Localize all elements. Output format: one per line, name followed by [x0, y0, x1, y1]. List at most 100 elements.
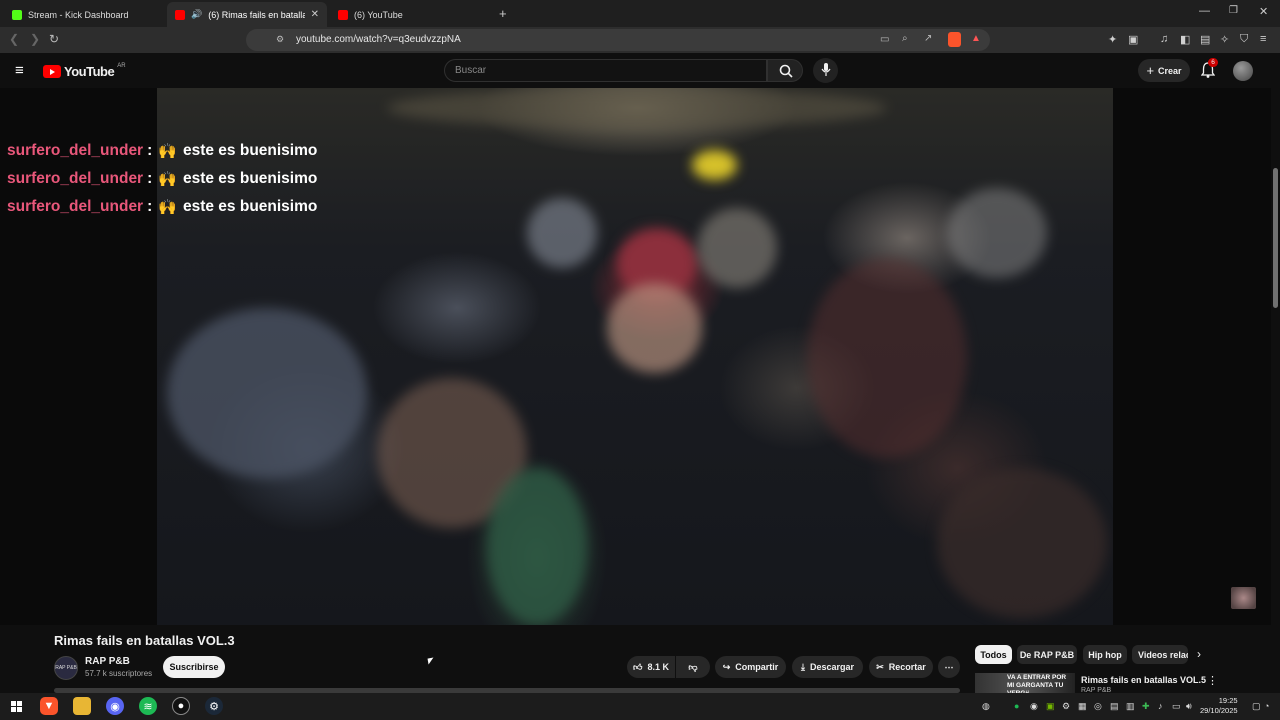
media-icon[interactable]: ♫ — [1160, 33, 1168, 45]
wallet-icon[interactable]: ▤ — [1200, 33, 1210, 46]
site-info-icon[interactable]: ⚙︎ — [276, 34, 284, 45]
tab-youtube-home[interactable]: (6) YouTube — [330, 2, 490, 27]
chip-hip-hop[interactable]: Hip hop — [1083, 645, 1127, 664]
chip-videos-relacionados[interactable]: Videos relac — [1132, 645, 1188, 664]
close-window-icon[interactable]: ✕ — [1259, 5, 1268, 18]
raised-hands-emote-icon: 🙌 — [158, 143, 177, 160]
video-player[interactable] — [157, 88, 1113, 625]
brave-shields-icon[interactable] — [948, 32, 961, 47]
share-button[interactable]: ↪ Compartir — [715, 656, 786, 678]
more-actions-button[interactable]: ⋯ — [938, 656, 960, 678]
windows-start-icon[interactable] — [7, 697, 25, 715]
chat-separator: : — [147, 142, 153, 159]
taskbar-clock[interactable]: 19:25 29/10/2025 — [1200, 696, 1238, 716]
video-scene-green-sleeve — [487, 468, 587, 625]
chips-next-icon[interactable]: › — [1197, 647, 1201, 661]
screenshot-icon[interactable]: ▣ — [1128, 33, 1138, 46]
plus-icon: + — [1146, 63, 1155, 78]
share-icon: ↪ — [722, 661, 731, 672]
chip-de-rap-pb[interactable]: De RAP P&B — [1017, 645, 1077, 664]
thumbs-up-icon: 👍︎ — [633, 661, 643, 672]
raised-hands-emote-icon: 🙌 — [158, 171, 177, 188]
video-scene-red-jacket — [807, 258, 967, 458]
volume-icon[interactable]: 🔊︎ — [1186, 701, 1192, 712]
chip-todos[interactable]: Todos — [975, 645, 1012, 664]
share-page-icon[interactable]: ↗ — [924, 33, 932, 44]
tray-app4-icon[interactable]: ▥ — [1126, 701, 1135, 712]
recommendation-title[interactable]: Rimas fails en batallas VOL.5 — [1081, 675, 1206, 685]
dislike-button[interactable]: 👎︎ — [676, 656, 710, 678]
video-scene-yellow-helmet — [692, 150, 737, 180]
clock-time: 19:25 — [1218, 696, 1238, 705]
search-button[interactable] — [767, 59, 803, 82]
spotify-icon[interactable]: ≋ — [139, 697, 157, 715]
tray-discord-icon[interactable]: ◉ — [1030, 701, 1038, 712]
video-scene-hood — [527, 198, 597, 268]
tray-app2-icon[interactable]: ▦ — [1078, 701, 1087, 712]
chat-text: este es buenisimo — [182, 198, 318, 215]
new-tab-icon[interactable]: + — [499, 6, 507, 21]
focus-icon[interactable]: ◔ — [1264, 701, 1269, 711]
close-tab-icon[interactable]: ✕ — [311, 9, 319, 20]
notifications-button[interactable]: 6 — [1200, 58, 1218, 83]
tray-app5-icon[interactable]: ✚ — [1142, 701, 1150, 712]
leo-ai-icon[interactable]: ✧ — [1220, 33, 1229, 46]
share-label: Compartir — [735, 662, 779, 672]
tray-nvidia-icon[interactable]: ▣ — [1046, 701, 1055, 712]
hamburger-menu-icon[interactable]: ≡ — [15, 62, 24, 79]
tab-kick-dashboard[interactable]: Stream - Kick Dashboard — [4, 2, 164, 27]
tray-spotify-icon[interactable]: ● — [1014, 701, 1019, 711]
recommendation-thumbnail[interactable]: VA A ENTRAR POR MI GARGANTA TU VERG# — [975, 673, 1075, 693]
zoom-icon[interactable]: ⌕ — [902, 33, 908, 44]
chat-username: surfero_del_under — [7, 198, 144, 215]
sidebar-icon[interactable]: ◧ — [1180, 33, 1190, 46]
cast-icon[interactable]: ▭ — [880, 34, 889, 45]
discord-icon[interactable]: ◉ — [106, 697, 124, 715]
like-button[interactable]: 👍︎ 8.1 K — [627, 656, 675, 678]
file-explorer-icon[interactable] — [73, 697, 91, 715]
channel-avatar[interactable]: RAP P&B — [54, 656, 78, 680]
brave-browser-icon[interactable]: ▼ — [40, 697, 58, 715]
audio-playing-icon[interactable]: 🔊 — [191, 9, 202, 20]
minimize-icon[interactable]: — — [1199, 5, 1210, 17]
tray-steam-icon[interactable]: ◎ — [1094, 701, 1102, 712]
channel-avatar-text: RAP P&B — [55, 665, 77, 671]
extensions-icon[interactable]: ✦ — [1108, 33, 1117, 46]
forward-icon[interactable]: ❯ — [30, 32, 40, 46]
search-input[interactable]: Buscar — [444, 59, 767, 82]
video-scene-white-hood — [947, 188, 1047, 278]
menu-icon[interactable]: ≡ — [1260, 33, 1266, 45]
tray-settings-icon[interactable]: ⚙ — [1062, 701, 1070, 712]
recommendation-more-icon[interactable]: ⋮ — [1207, 674, 1218, 687]
back-icon[interactable]: ❮ — [9, 32, 19, 46]
download-button[interactable]: ⤓ Descargar — [792, 656, 863, 678]
restore-icon[interactable]: ❐ — [1229, 5, 1238, 16]
chat-separator: : — [147, 198, 153, 215]
obs-icon[interactable]: ● — [172, 697, 190, 715]
like-count: 8.1 K — [647, 662, 669, 672]
notification-center-icon[interactable]: ▢ — [1252, 701, 1261, 712]
address-bar[interactable]: ⚙︎ youtube.com/watch?v=q3eudvzzpNA ▭ ⌕ ↗… — [246, 29, 990, 51]
vpn-shield-icon[interactable]: ⛉ — [1240, 33, 1248, 46]
subscribe-button[interactable]: Suscribirse — [163, 656, 225, 678]
brave-rewards-icon[interactable]: ▲ — [971, 33, 981, 44]
create-button[interactable]: + Crear — [1138, 59, 1190, 82]
tab-youtube-video[interactable]: 🔊 (6) Rimas fails en batallas VOL ✕ — [167, 2, 327, 27]
tray-mic-icon[interactable]: ♪ — [1158, 701, 1163, 711]
steam-icon[interactable]: ⚙ — [205, 697, 223, 715]
clip-button[interactable]: ✂ Recortar — [869, 656, 933, 678]
page-scrollbar[interactable] — [1271, 88, 1280, 688]
account-avatar[interactable] — [1233, 61, 1253, 81]
tray-app3-icon[interactable]: ▤ — [1110, 701, 1119, 712]
network-icon[interactable]: ▭ — [1172, 701, 1181, 712]
video-title: Rimas fails en batallas VOL.3 — [54, 633, 235, 648]
scissors-icon: ✂ — [876, 661, 884, 672]
scrollbar-thumb[interactable] — [1273, 168, 1278, 308]
download-label: Descargar — [809, 662, 854, 672]
reload-icon[interactable]: ↻ — [49, 32, 59, 46]
channel-name[interactable]: RAP P&B — [85, 656, 130, 667]
voice-search-button[interactable] — [813, 58, 838, 83]
tray-app-icon[interactable]: ◍ — [982, 701, 990, 712]
url-text: youtube.com/watch?v=q3eudvzzpNA — [296, 34, 461, 45]
youtube-logo[interactable]: YouTube AR — [43, 63, 126, 79]
